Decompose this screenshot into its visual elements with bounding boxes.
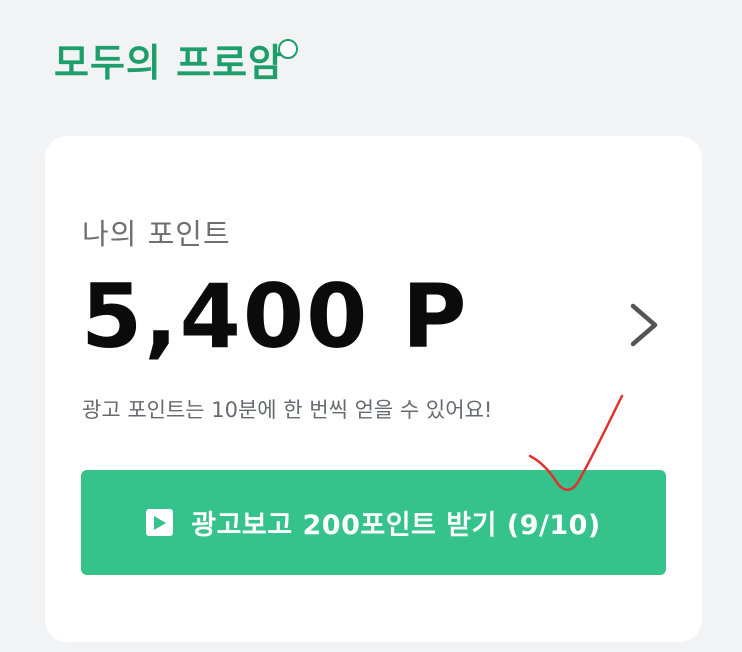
play-icon — [146, 509, 174, 536]
logo-text: 모두의 프로암 — [54, 41, 284, 85]
app-logo: 모두의 프로암 — [54, 32, 298, 87]
watch-ad-button-label: 광고보고 200포인트 받기 (9/10) — [191, 510, 601, 541]
chevron-right-icon[interactable] — [623, 302, 663, 348]
points-value: 5,400 P — [81, 265, 469, 368]
ad-notice-text: 광고 포인트는 10분에 한 번씩 얻을 수 있어요! — [82, 398, 493, 422]
check-mark-annotation — [528, 394, 624, 491]
golf-ball-icon — [278, 38, 298, 59]
points-label: 나의 포인트 — [82, 217, 231, 251]
